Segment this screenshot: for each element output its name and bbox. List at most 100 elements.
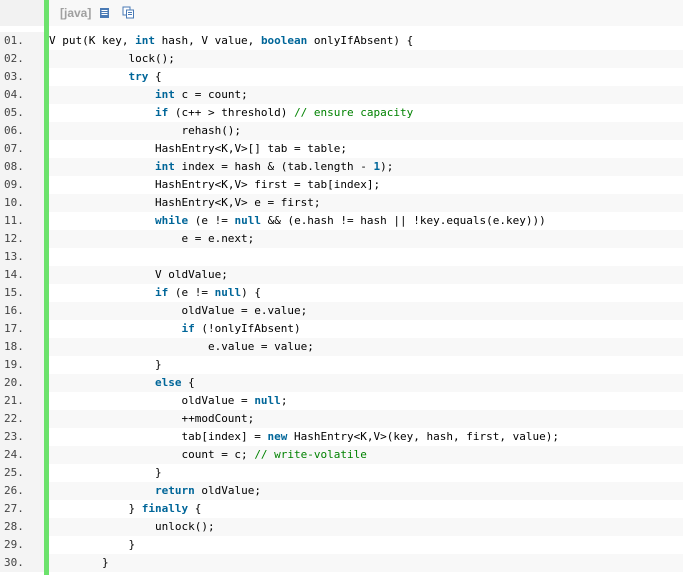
code-token: hash, V value, (154, 34, 261, 47)
code-token: rehash(); (181, 124, 242, 137)
code-token: onlyIfAbsent) { (307, 34, 414, 47)
keyword-token: null (234, 214, 261, 227)
code-token: (!onlyIfAbsent) (194, 322, 301, 335)
code-token: tab[index] = (181, 430, 268, 443)
code-text: try { (49, 68, 683, 86)
line-number: 24. (0, 446, 44, 464)
code-line: 28. unlock(); (0, 518, 683, 536)
code-token: e = e.next; (181, 232, 255, 245)
code-line: 21. oldValue = null; (0, 392, 683, 410)
line-number: 05. (0, 104, 44, 122)
code-token: (e != (168, 286, 215, 299)
line-number: 11. (0, 212, 44, 230)
code-token: && (e.hash != hash || !key.equals(e.key)… (260, 214, 546, 227)
keyword-token: null (214, 286, 242, 299)
code-token: oldValue = e.value; (181, 304, 308, 317)
code-text: return oldValue; (49, 482, 683, 500)
code-text: } (49, 554, 683, 572)
code-text: V put(K key, int hash, V value, boolean … (49, 32, 683, 50)
code-token: (e != (188, 214, 235, 227)
code-text: V oldValue; (49, 266, 683, 284)
line-number: 04. (0, 86, 44, 104)
line-number: 02. (0, 50, 44, 68)
line-number: 14. (0, 266, 44, 284)
code-line: 15. if (e != null) { (0, 284, 683, 302)
code-line: 18. e.value = value; (0, 338, 683, 356)
code-token: } (128, 502, 142, 515)
line-number: 08. (0, 158, 44, 176)
line-number: 23. (0, 428, 44, 446)
code-line: 13. (0, 248, 683, 266)
code-line: 17. if (!onlyIfAbsent) (0, 320, 683, 338)
language-label: [java] (60, 6, 92, 20)
code-text: } (49, 464, 683, 482)
code-token: e.value = value; (207, 340, 314, 353)
line-number: 03. (0, 68, 44, 86)
code-text: HashEntry<K,V> first = tab[index]; (49, 176, 683, 194)
code-text: if (c++ > threshold) // ensure capacity (49, 104, 683, 122)
code-line: 19. } (0, 356, 683, 374)
code-line: 02. lock(); (0, 50, 683, 68)
code-line: 29. } (0, 536, 683, 554)
code-token: ); (380, 160, 394, 173)
line-number: 18. (0, 338, 44, 356)
line-number: 26. (0, 482, 44, 500)
line-number: 07. (0, 140, 44, 158)
code-line: 08. int index = hash & (tab.length - 1); (0, 158, 683, 176)
code-text: else { (49, 374, 683, 392)
keyword-token: else (154, 376, 182, 389)
keyword-token: int (154, 160, 175, 173)
line-number: 19. (0, 356, 44, 374)
code-text: unlock(); (49, 518, 683, 536)
code-token: lock(); (128, 52, 175, 65)
line-number: 28. (0, 518, 44, 536)
code-token: } (128, 538, 136, 551)
code-token: ++modCount; (181, 412, 255, 425)
code-text: lock(); (49, 50, 683, 68)
code-token: HashEntry<K,V>(key, hash, first, value); (287, 430, 559, 443)
line-number: 21. (0, 392, 44, 410)
comment-token: // write-volatile (254, 448, 367, 461)
copy-icon[interactable] (122, 4, 135, 23)
code-token: } (154, 466, 162, 479)
code-line: 24. count = c; // write-volatile (0, 446, 683, 464)
code-lines: 01. V put(K key, int hash, V value, boole… (0, 32, 683, 572)
code-text: oldValue = null; (49, 392, 683, 410)
code-line: 04. int c = count; (0, 86, 683, 104)
keyword-token: int (154, 88, 175, 101)
line-number: 09. (0, 176, 44, 194)
code-token: HashEntry<K,V> e = first; (154, 196, 321, 209)
code-token: } (101, 556, 109, 569)
code-line: 07. HashEntry<K,V>[] tab = table; (0, 140, 683, 158)
keyword-token: if (181, 322, 195, 335)
code-text: e.value = value; (49, 338, 683, 356)
line-number: 12. (0, 230, 44, 248)
code-token: count = c; (181, 448, 255, 461)
line-number: 22. (0, 410, 44, 428)
view-source-icon[interactable] (99, 4, 110, 23)
keyword-token: return (154, 484, 195, 497)
code-line: 16. oldValue = e.value; (0, 302, 683, 320)
code-text: } (49, 536, 683, 554)
line-number: 29. (0, 536, 44, 554)
code-text: ++modCount; (49, 410, 683, 428)
line-number: 25. (0, 464, 44, 482)
line-number: 27. (0, 500, 44, 518)
